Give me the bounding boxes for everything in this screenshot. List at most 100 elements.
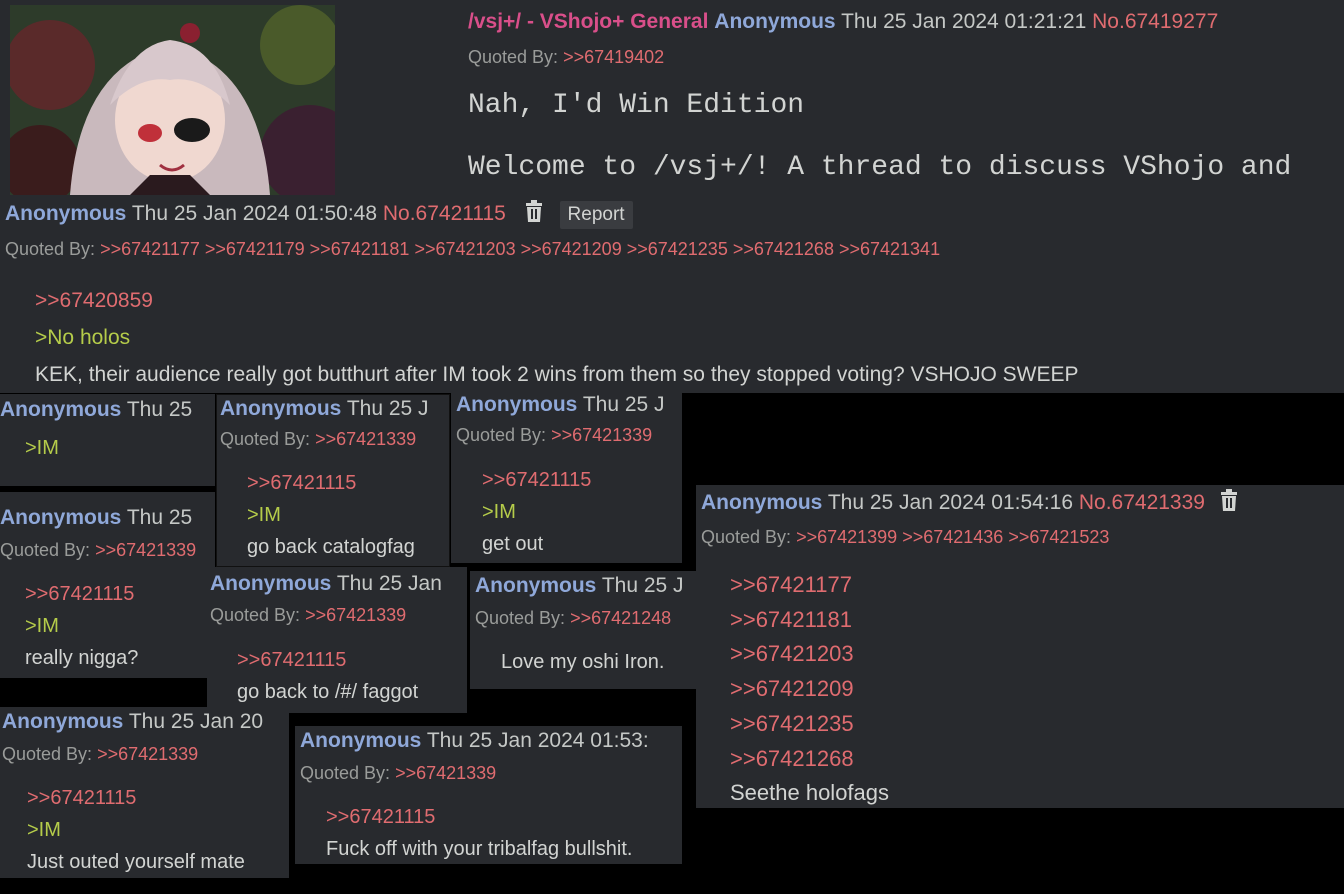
quoted-by-link[interactable]: >>67421339: [305, 605, 406, 625]
quoted-by-link[interactable]: >>67421341: [839, 239, 940, 259]
post-number[interactable]: No.67419277: [1092, 10, 1218, 33]
popup-body: >>67421177 >>67421181 >>67421203 >>67421…: [730, 568, 889, 808]
quoted-by-label: Quoted By:: [468, 47, 559, 67]
quote-link[interactable]: >>67421235: [730, 707, 889, 742]
quoted-by-link[interactable]: >>67421339: [97, 744, 198, 764]
op-thumbnail[interactable]: [10, 5, 335, 195]
post-date: Thu 25: [126, 398, 193, 421]
main-post-quoted-by: Quoted By: >>67421177 >>67421179 >>67421…: [5, 237, 940, 261]
post-text: go back catalogfag: [247, 536, 415, 558]
quoted-by-label: Quoted By:: [0, 540, 91, 560]
popup-post: Anonymous Thu 25 Jan Quoted By: >>674213…: [207, 567, 467, 713]
quoted-by-link[interactable]: >>67421339: [95, 540, 196, 560]
quote-link[interactable]: >>67421115: [25, 578, 138, 610]
quote-link[interactable]: >>67421115: [27, 782, 245, 814]
post-number[interactable]: No.67421339: [1079, 491, 1205, 514]
quoted-by-link[interactable]: >>67421235: [627, 239, 728, 259]
post-text: Fuck off with your tribalfag bullshit.: [326, 838, 633, 860]
post-date: Thu 25 Jan 2024 01:54:16: [827, 491, 1074, 515]
greentext: >IM: [25, 615, 59, 637]
popup-quoted-by: Quoted By: >>67421339: [0, 538, 196, 562]
quoted-by-link[interactable]: >>67421203: [414, 239, 515, 259]
quote-link[interactable]: >>67421115: [326, 801, 632, 833]
popup-post: Anonymous Thu 25 J Quoted By: >>67421339…: [216, 394, 450, 567]
anime-girl-image: [10, 5, 335, 195]
quote-link[interactable]: >>67421115: [247, 467, 415, 499]
post-date: Thu 25 Jan 2024 01:53:: [426, 729, 649, 752]
quote-link[interactable]: >>67421181: [730, 603, 889, 638]
popup-header: Anonymous Thu 25 J: [456, 392, 665, 418]
popup-body: >>67421115 >IM really nigga?: [25, 578, 138, 674]
poster-name: Anonymous: [220, 397, 342, 420]
popup-post: Anonymous Thu 25 Quoted By: >>67421339 >…: [0, 492, 215, 678]
quoted-by-link[interactable]: >>67421339: [395, 763, 496, 783]
quoted-by-link[interactable]: >>67421339: [551, 425, 652, 445]
op-header: /vsj+/ - VShojo+ General Anonymous Thu 2…: [468, 9, 1218, 35]
greentext: >IM: [247, 504, 281, 526]
poster-name: Anonymous: [0, 506, 122, 529]
quote-link[interactable]: >>67421177: [730, 568, 889, 603]
quoted-by-link[interactable]: >>67421209: [521, 239, 622, 259]
quoted-by-link[interactable]: >>67421181: [310, 239, 410, 259]
trash-icon[interactable]: [524, 200, 544, 229]
popup-quoted-by: Quoted By: >>67421339: [210, 603, 406, 627]
poster-name: Anonymous: [456, 393, 578, 416]
popup-quoted-by: Quoted By: >>67421248: [475, 606, 671, 630]
quoted-by-link[interactable]: >>67421436: [902, 527, 1003, 547]
post-text: get out: [482, 533, 544, 555]
popup-post: Anonymous Thu 25 J Quoted By: >>67421248…: [470, 571, 696, 689]
quoted-by-label: Quoted By:: [475, 608, 566, 628]
quoted-by-link[interactable]: >>67421248: [570, 608, 671, 628]
popup-body: >>67421115 >IM get out: [482, 464, 591, 560]
popup-post: Anonymous Thu 25 Jan 2024 01:54:16 No.67…: [696, 485, 1344, 808]
quoted-by-link[interactable]: >>67421268: [733, 239, 834, 259]
quoted-by-link[interactable]: >>67421339: [315, 429, 416, 449]
quoted-by-label: Quoted By:: [456, 425, 547, 445]
popup-body: >>67421115 >IM go back catalogfag: [247, 467, 415, 563]
report-button[interactable]: Report: [559, 200, 633, 229]
poster-name: Anonymous: [2, 710, 124, 733]
post-text: really nigga?: [25, 647, 139, 669]
post-date: Thu 25 Jan 20: [128, 710, 264, 733]
popup-post: Anonymous Thu 25 J Quoted By: >>67421339…: [451, 392, 682, 563]
greentext: >IM: [25, 437, 59, 459]
popup-header: Anonymous Thu 25: [0, 505, 192, 531]
post-date: Thu 25 Jan: [336, 572, 442, 595]
post-text: Just outed yourself mate: [27, 851, 245, 873]
popup-quoted-by: Quoted By: >>67421399 >>67421436 >>67421…: [701, 525, 1109, 549]
popup-header: Anonymous Thu 25 Jan: [210, 571, 442, 597]
quote-link[interactable]: >>67421115: [237, 644, 418, 676]
post-date: Thu 25 J: [601, 574, 684, 597]
popup-quoted-by: Quoted By: >>67421339: [456, 423, 652, 447]
quoted-by-link[interactable]: >>67421179: [205, 239, 305, 259]
popup-quoted-by: Quoted By: >>67421339: [2, 742, 198, 766]
post-date: Thu 25 J: [346, 397, 429, 420]
quoted-by-link[interactable]: >>67421177: [100, 239, 200, 259]
op-quoted-by: Quoted By: >>67419402: [468, 45, 664, 69]
trash-icon[interactable]: [1219, 489, 1239, 518]
quoted-by-link[interactable]: >>67421399: [796, 527, 897, 547]
popup-body: >>67421115 >IM Just outed yourself mate: [27, 782, 245, 878]
quoted-by-label: Quoted By:: [210, 605, 301, 625]
quote-link[interactable]: >>67421115: [482, 464, 591, 496]
thread-subject: /vsj+/ - VShojo+ General: [468, 10, 709, 33]
poster-name: Anonymous: [300, 729, 422, 752]
post-date: Thu 25 Jan 2024 01:21:21: [841, 10, 1087, 33]
quote-link[interactable]: >>67421268: [730, 742, 889, 777]
popup-body: >>67421115 Fuck off with your tribalfag …: [326, 801, 632, 864]
quote-link[interactable]: >>67421209: [730, 672, 889, 707]
quoted-by-link[interactable]: >>67421523: [1008, 527, 1109, 547]
main-post-header: Anonymous Thu 25 Jan 2024 01:50:48 No.67…: [5, 200, 633, 229]
quote-link[interactable]: >>67421203: [730, 637, 889, 672]
post-number[interactable]: No.67421115: [383, 202, 506, 225]
poster-name: Anonymous: [210, 572, 332, 595]
post-text: Seethe holofags: [730, 780, 890, 806]
post-text: Love my oshi Iron.: [501, 651, 665, 673]
greentext: >IM: [27, 819, 61, 841]
quote-link[interactable]: >>67420859: [35, 283, 1079, 319]
poster-name: Anonymous: [5, 202, 127, 226]
poster-name: Anonymous: [701, 491, 823, 515]
greentext: >No holos: [35, 326, 131, 349]
popup-header: Anonymous Thu 25 J: [475, 573, 684, 599]
quoted-by-link[interactable]: >>67419402: [563, 47, 664, 67]
